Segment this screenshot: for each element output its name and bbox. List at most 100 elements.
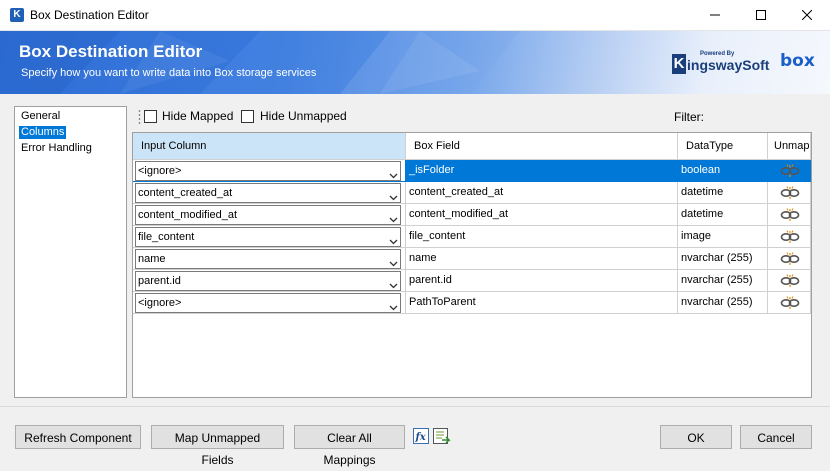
close-icon <box>801 9 813 21</box>
logo-name: ingswaySoft <box>687 57 770 73</box>
box-field-cell: parent.id <box>406 270 678 292</box>
app-logo-icon: K <box>10 8 24 22</box>
chevron-down-icon[interactable] <box>389 277 398 291</box>
nav-item-general[interactable]: General <box>19 110 62 123</box>
input-column-cell: parent.id <box>133 270 406 292</box>
minimize-button[interactable] <box>692 0 738 31</box>
cancel-button[interactable]: Cancel <box>740 425 812 449</box>
datatype-cell: nvarchar (255) <box>678 248 768 270</box>
input-column-value: <ignore> <box>138 165 182 177</box>
unmap-link-icon[interactable] <box>780 230 800 247</box>
maximize-button[interactable] <box>738 0 784 31</box>
banner-title: Box Destination Editor <box>19 42 203 61</box>
nav-item-columns[interactable]: Columns <box>19 126 67 139</box>
table-row[interactable]: content_modified_at content_modified_at da… <box>133 204 811 226</box>
window-title: Box Destination Editor <box>30 8 149 22</box>
unmap-cell <box>768 204 811 226</box>
nav-item-error-handling[interactable]: Error Handling <box>19 142 94 155</box>
nav-list: General Columns Error Handling <box>14 106 127 398</box>
unmap-link-icon[interactable] <box>780 186 800 203</box>
column-header-input[interactable]: Input Column <box>133 133 406 160</box>
chevron-down-icon[interactable] <box>389 167 398 181</box>
unmap-link-icon[interactable] <box>780 252 800 269</box>
input-column-select[interactable]: name <box>135 249 401 269</box>
column-header-unmap[interactable]: Unmap <box>768 133 811 160</box>
hide-mapped-label: Hide Mapped <box>162 109 234 123</box>
box-field-cell: PathToParent <box>406 292 678 314</box>
box-field-cell: content_modified_at <box>406 204 678 226</box>
svg-text:fx: fx <box>415 432 427 443</box>
column-header-field[interactable]: Box Field <box>406 133 678 160</box>
box-field-cell: name <box>406 248 678 270</box>
box-field-cell: file_content <box>406 226 678 248</box>
logo-k-mark: K <box>672 54 686 74</box>
chevron-down-icon[interactable] <box>389 255 398 269</box>
input-column-select[interactable]: <ignore> <box>135 161 401 181</box>
hide-mapped-checkbox[interactable] <box>144 110 157 123</box>
datatype-cell: nvarchar (255) <box>678 292 768 314</box>
datatype-cell: nvarchar (255) <box>678 270 768 292</box>
input-column-value: content_modified_at <box>138 209 238 221</box>
datatype-cell: datetime <box>678 182 768 204</box>
unmap-link-icon[interactable] <box>780 274 800 291</box>
grid-toolbar: Hide Mapped Hide Unmapped Filter: <box>136 106 812 128</box>
table-row[interactable]: file_content file_content image <box>133 226 811 248</box>
input-column-value: <ignore> <box>138 297 182 309</box>
chevron-down-icon[interactable] <box>389 233 398 247</box>
input-column-cell: file_content <box>133 226 406 248</box>
filter-input[interactable] <box>708 107 812 127</box>
input-column-select[interactable]: content_modified_at <box>135 205 401 225</box>
input-column-select[interactable]: <ignore> <box>135 293 401 313</box>
fx-icon[interactable]: fx <box>413 428 431 446</box>
unmap-cell <box>768 226 811 248</box>
chevron-down-icon[interactable] <box>389 299 398 313</box>
datatype-cell: image <box>678 226 768 248</box>
mapping-grid: Input Column Box Field DataType Unmap <i… <box>132 132 812 398</box>
input-column-cell: name <box>133 248 406 270</box>
refresh-component-button[interactable]: Refresh Component <box>15 425 141 449</box>
title-bar: K Box Destination Editor <box>0 0 830 31</box>
filter-label: Filter: <box>674 110 704 124</box>
table-row[interactable]: <ignore> _isFolder boolean <box>133 160 811 182</box>
unmap-cell <box>768 270 811 292</box>
hide-unmapped-label: Hide Unmapped <box>260 109 347 123</box>
map-unmapped-fields-button[interactable]: Map Unmapped Fields <box>151 425 284 467</box>
export-mappings-icon[interactable] <box>433 428 451 446</box>
table-row[interactable]: content_created_at content_created_at date… <box>133 182 811 204</box>
unmap-cell <box>768 292 811 314</box>
input-column-value: content_created_at <box>138 187 233 199</box>
datatype-cell: datetime <box>678 204 768 226</box>
input-column-cell: content_modified_at <box>133 204 406 226</box>
unmap-link-icon[interactable] <box>780 208 800 225</box>
unmap-link-icon[interactable] <box>780 296 800 313</box>
grid-header: Input Column Box Field DataType Unmap <box>133 133 811 160</box>
table-row[interactable]: name name nvarchar (255) <box>133 248 811 270</box>
toolbar-grip-icon <box>138 109 141 125</box>
box-logo: box <box>780 51 815 71</box>
input-column-cell: <ignore> <box>133 292 406 314</box>
box-field-cell: content_created_at <box>406 182 678 204</box>
input-column-select[interactable]: parent.id <box>135 271 401 291</box>
kingswaysoft-logo: Powered By K ingswaySoft <box>672 51 769 83</box>
maximize-icon <box>756 10 766 20</box>
unmap-cell <box>768 160 811 182</box>
clear-all-mappings-button[interactable]: Clear All Mappings <box>294 425 405 467</box>
unmap-link-icon[interactable] <box>780 164 800 181</box>
input-column-select[interactable]: content_created_at <box>135 183 401 203</box>
input-column-select[interactable]: file_content <box>135 227 401 247</box>
unmap-cell <box>768 248 811 270</box>
banner-subtitle: Specify how you want to write data into … <box>21 67 317 79</box>
unmap-cell <box>768 182 811 204</box>
input-column-value: file_content <box>138 231 195 243</box>
column-header-datatype[interactable]: DataType <box>678 133 768 160</box>
minimize-icon <box>710 14 720 16</box>
table-row[interactable]: parent.id parent.id nvarchar (255) <box>133 270 811 292</box>
close-button[interactable] <box>784 0 830 31</box>
table-row[interactable]: <ignore> PathToParent nvarchar (255) <box>133 292 811 314</box>
hide-unmapped-checkbox[interactable] <box>241 110 254 123</box>
chevron-down-icon[interactable] <box>389 211 398 225</box>
input-column-cell: <ignore> <box>133 160 406 182</box>
ok-button[interactable]: OK <box>660 425 732 449</box>
chevron-down-icon[interactable] <box>389 189 398 203</box>
header-banner: Box Destination Editor Specify how you w… <box>0 31 830 94</box>
